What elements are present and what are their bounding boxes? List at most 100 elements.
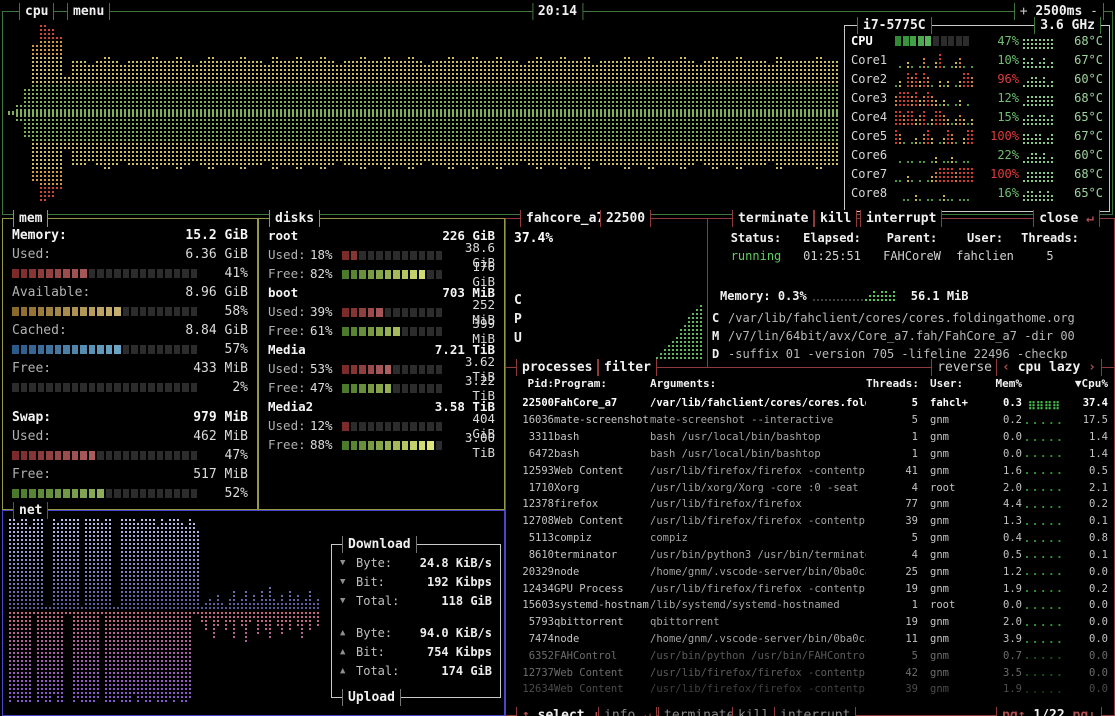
process-row[interactable]: 3311bashbash /usr/local/bin/bashtop1gnm0… bbox=[512, 429, 1108, 446]
bar-block bbox=[38, 451, 45, 460]
footer-kill-button[interactable]: kill bbox=[732, 707, 775, 716]
bar-block bbox=[72, 345, 79, 354]
bar-block bbox=[342, 365, 349, 374]
bar-block bbox=[97, 451, 104, 460]
bar-block bbox=[80, 269, 87, 278]
core-name: Core3 bbox=[851, 91, 895, 105]
bar-block bbox=[368, 251, 375, 260]
core-temp-graph bbox=[1023, 128, 1059, 144]
select-control[interactable]: ↑ select ↓ bbox=[516, 707, 606, 716]
process-user: root bbox=[918, 599, 982, 611]
bar-block bbox=[410, 365, 417, 374]
page-up-button[interactable]: pg↑ bbox=[1002, 708, 1025, 716]
bar-block bbox=[21, 345, 28, 354]
bar-block bbox=[131, 345, 138, 354]
bar-block bbox=[29, 383, 36, 392]
upload-arrow-icon: ▲ bbox=[340, 666, 356, 676]
sort-next-icon[interactable]: › bbox=[1088, 360, 1096, 375]
process-row[interactable]: 6472bashbash /usr/local/bin/bashtop1gnm0… bbox=[512, 445, 1108, 462]
menu-button[interactable]: menu bbox=[67, 3, 110, 20]
process-row[interactable]: 8610terminator/usr/bin/python3 /usr/bin/… bbox=[512, 546, 1108, 563]
bar-block bbox=[342, 270, 349, 279]
interval-increase-button[interactable]: + bbox=[1020, 4, 1028, 19]
memory-bar bbox=[12, 342, 210, 357]
disk-free-row: Free:82%176 GiB bbox=[268, 264, 495, 283]
process-cpu: 0.2 bbox=[1066, 583, 1108, 595]
process-row[interactable]: 15603systemd-hostnam/lib/systemd/systemd… bbox=[512, 597, 1108, 614]
bar-block bbox=[436, 270, 443, 279]
process-row[interactable]: 5793qbittorrentqbittorrent19gnm2.0.....0… bbox=[512, 614, 1108, 631]
bar-block bbox=[427, 365, 434, 374]
process-row[interactable]: 1710Xorg/usr/lib/xorg/Xorg -core :0 -sea… bbox=[512, 479, 1108, 496]
process-threads: 39 bbox=[866, 515, 918, 527]
bar-block bbox=[342, 327, 349, 336]
bar-block bbox=[148, 451, 155, 460]
info-button[interactable]: info ↵ bbox=[598, 707, 657, 716]
sort-selector[interactable]: ‹ cpu lazy › bbox=[996, 359, 1102, 376]
process-row[interactable]: 16036mate-screenshotmate-screenshot --in… bbox=[512, 412, 1108, 429]
bar-block bbox=[182, 307, 189, 316]
network-info-box: Download Upload ▼Byte:24.8 KiB/s▼Bit:192… bbox=[331, 544, 501, 698]
process-row[interactable]: 20329node/home/gnm/.vscode-server/bin/0b… bbox=[512, 563, 1108, 580]
close-detail-button[interactable]: close ↵ bbox=[1033, 210, 1100, 227]
process-row[interactable]: 12737Web Content/usr/lib/firefox/firefox… bbox=[512, 664, 1108, 681]
bar-block bbox=[368, 327, 375, 336]
bar-block bbox=[38, 345, 45, 354]
footer-interrupt-button[interactable]: interrupt bbox=[774, 707, 856, 716]
process-row[interactable]: 12593Web Content/usr/lib/firefox/firefox… bbox=[512, 462, 1108, 479]
process-user: root bbox=[918, 482, 982, 494]
memory-value: 15.2 GiB bbox=[185, 228, 248, 243]
process-cpu-graph: ..... bbox=[1022, 565, 1066, 578]
detail-field-label: Parent: bbox=[872, 231, 952, 245]
bar-block bbox=[402, 441, 409, 450]
process-user: gnm bbox=[918, 498, 982, 510]
bar-block bbox=[148, 307, 155, 316]
terminate-button[interactable]: terminate bbox=[732, 210, 814, 227]
enter-key-icon: ↵ bbox=[643, 708, 651, 716]
disk-usage-label: Free: bbox=[268, 323, 310, 338]
kill-button[interactable]: kill bbox=[814, 210, 857, 227]
process-program: systemd-hostnam bbox=[554, 599, 650, 611]
bar-block bbox=[385, 365, 392, 374]
process-row[interactable]: 22500FahCore_a7/var/lib/fahclient/cores/… bbox=[512, 395, 1108, 412]
bar-block bbox=[410, 327, 417, 336]
process-row[interactable]: 6352FAHControl/usr/bin/python /usr/bin/F… bbox=[512, 647, 1108, 664]
bar-block bbox=[72, 489, 79, 498]
cpu-box-title: cpu bbox=[19, 3, 54, 20]
page-down-button[interactable]: pg↓ bbox=[1073, 708, 1096, 716]
bar-block bbox=[55, 451, 62, 460]
process-row[interactable]: 12634Web Content/usr/lib/firefox/firefox… bbox=[512, 681, 1108, 698]
bar-block bbox=[376, 251, 383, 260]
bar-block bbox=[165, 489, 172, 498]
bar-block bbox=[393, 251, 400, 260]
up-arrow-icon[interactable]: ↑ bbox=[522, 708, 530, 716]
memory-value: 462 MiB bbox=[193, 429, 248, 444]
process-row[interactable]: 12708Web Content/usr/lib/firefox/firefox… bbox=[512, 513, 1108, 530]
process-mem: 1.6 bbox=[982, 465, 1022, 477]
process-row[interactable]: 7474node/home/gnm/.vscode-server/bin/0ba… bbox=[512, 631, 1108, 648]
bar-block bbox=[63, 269, 70, 278]
interrupt-button[interactable]: interrupt bbox=[860, 210, 942, 227]
detail-process-name: fahcore_a7 bbox=[520, 210, 610, 227]
bar-block bbox=[157, 345, 164, 354]
process-mem: 2.0 bbox=[982, 482, 1022, 494]
upload-graph bbox=[9, 612, 323, 702]
sort-prev-icon[interactable]: ‹ bbox=[1002, 360, 1010, 375]
footer-terminate-button[interactable]: terminate bbox=[658, 707, 740, 716]
download-stat-row: ▼Total:118 GiB bbox=[340, 591, 492, 610]
download-title: Download bbox=[342, 536, 417, 553]
bar-block bbox=[436, 422, 443, 431]
core-temp-graph bbox=[1023, 71, 1059, 87]
core-usage-percent: 12% bbox=[981, 91, 1019, 105]
process-threads: 4 bbox=[866, 549, 918, 561]
bar-block bbox=[385, 270, 392, 279]
disk-usage-percent: 12% bbox=[310, 418, 342, 433]
close-label: close bbox=[1039, 211, 1078, 226]
process-row[interactable]: 12378firefox/usr/lib/firefox/firefox77gn… bbox=[512, 496, 1108, 513]
process-pid: 12634 bbox=[512, 683, 554, 695]
process-row[interactable]: 12434GPU Process/usr/lib/firefox/firefox… bbox=[512, 580, 1108, 597]
reverse-sort-button[interactable]: reverse bbox=[931, 359, 998, 376]
process-row[interactable]: 5113compizcompiz5gnm0.4.....0.8 bbox=[512, 530, 1108, 547]
process-cpu-graph: ..... bbox=[1022, 414, 1066, 427]
filter-button[interactable]: filter bbox=[598, 359, 657, 376]
